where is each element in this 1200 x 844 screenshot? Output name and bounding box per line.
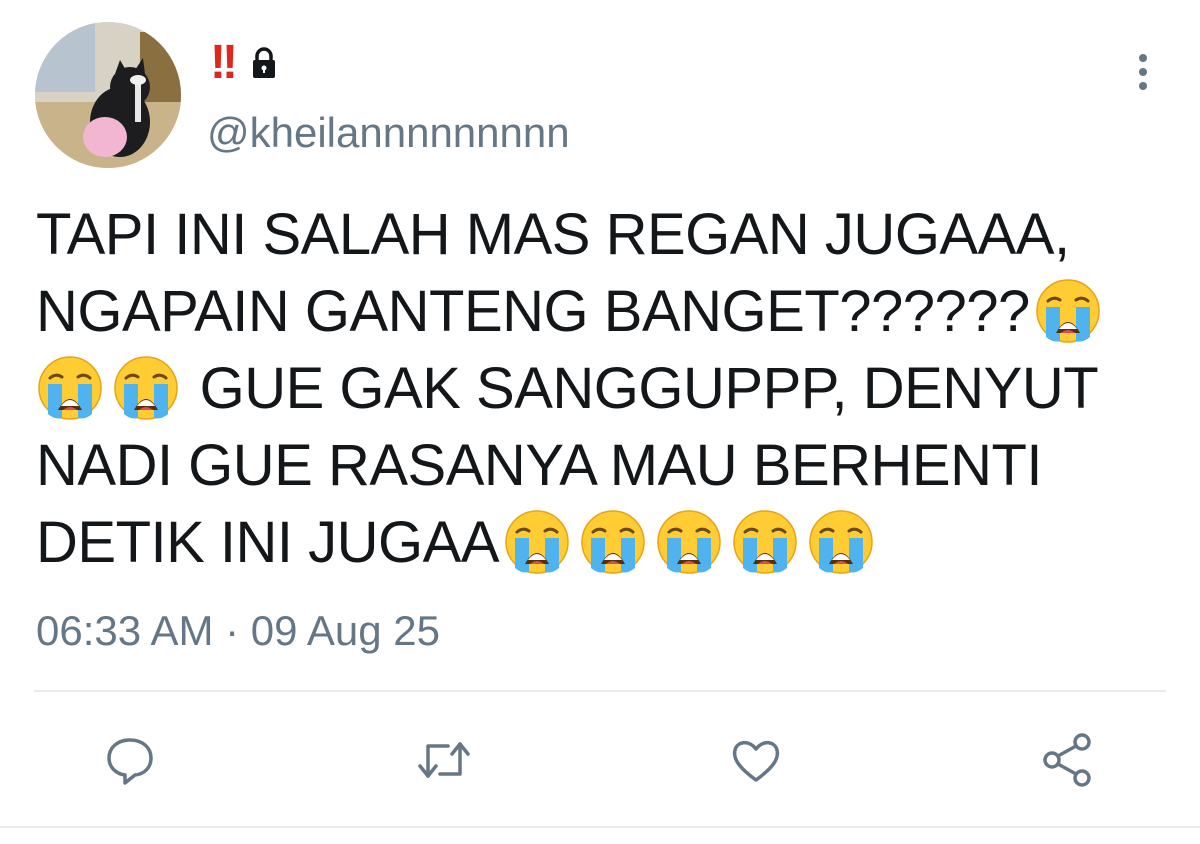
divider	[0, 826, 1200, 828]
loudly-crying-face-icon	[580, 509, 646, 575]
share-icon	[1043, 733, 1091, 787]
like-button[interactable]	[726, 730, 786, 790]
display-name[interactable]: !!	[210, 38, 278, 88]
tweet-line: GUE GAK SANGGUPPP, DENYUT	[36, 350, 1166, 427]
user-handle[interactable]: @kheilannnnnnnnn	[207, 112, 570, 154]
avatar[interactable]	[35, 22, 181, 168]
loudly-crying-face-icon	[504, 509, 570, 575]
loudly-crying-face-icon	[656, 509, 722, 575]
share-button[interactable]	[1038, 730, 1098, 790]
reply-button[interactable]	[100, 730, 160, 790]
lock-icon	[252, 47, 275, 78]
retweet-icon	[418, 742, 470, 778]
tweet-line: TAPI INI SALAH MAS REGAN JUGAAA,	[36, 202, 1070, 267]
loudly-crying-face-icon	[808, 509, 874, 575]
heart-icon	[732, 741, 780, 782]
loudly-crying-face-icon	[1035, 278, 1101, 344]
divider	[34, 690, 1166, 692]
action-bar	[0, 730, 1200, 790]
loudly-crying-face-icon	[37, 355, 103, 421]
loudly-crying-face-icon	[732, 509, 798, 575]
tweet-text: TAPI INI SALAH MAS REGAN JUGAAA, NGAPAIN…	[36, 196, 1166, 581]
reply-icon	[107, 738, 153, 785]
retweet-button[interactable]	[414, 730, 474, 790]
double-exclamation-icon: !!	[210, 36, 238, 89]
tweet-timestamp[interactable]: 06:33 AM · 09 Aug 25	[36, 610, 440, 652]
loudly-crying-face-icon	[113, 355, 179, 421]
tweet-card: !! @kheilannnnnnnnn TAPI INI SALAH MAS R…	[0, 0, 1200, 844]
tweet-line: NADI GUE RASANYA MAU BERHENTI	[36, 433, 1043, 498]
tweet-line: NGAPAIN GANTENG BANGET??????	[36, 273, 1166, 350]
tweet-line: DETIK INI JUGAA	[36, 504, 1166, 581]
more-options-icon[interactable]	[1136, 52, 1150, 92]
